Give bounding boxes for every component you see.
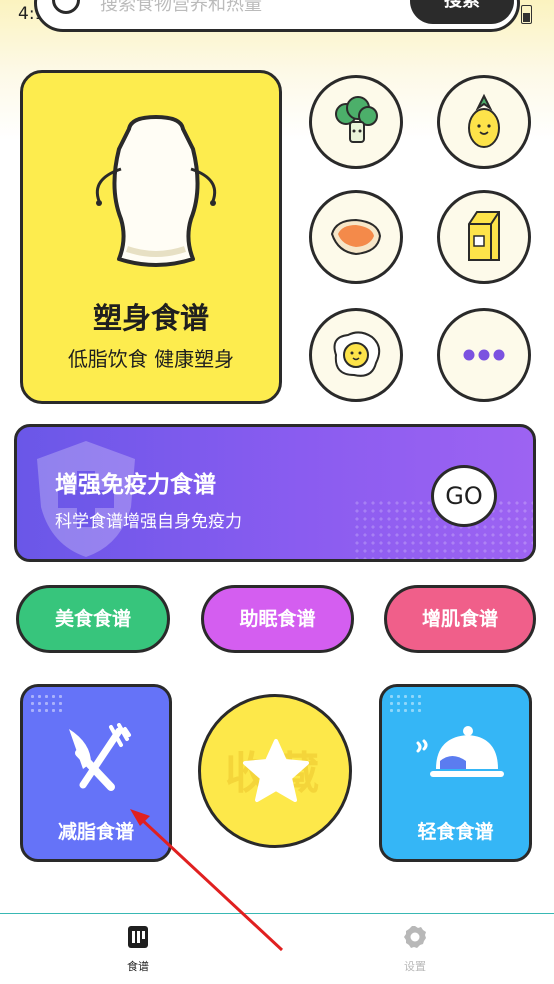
immunity-recipes-banner[interactable]: 增强免疫力食谱 科学食谱增强自身免疫力 GO bbox=[14, 424, 536, 562]
more-icon bbox=[463, 349, 505, 361]
banner-title: 增强免疫力食谱 bbox=[55, 472, 216, 498]
star-icon bbox=[243, 739, 309, 802]
recipe-book-icon bbox=[128, 926, 148, 948]
favorites-button[interactable]: 收藏 bbox=[198, 694, 352, 848]
nav-label-recipes: 食谱 bbox=[127, 960, 149, 973]
egg-button[interactable] bbox=[309, 308, 403, 402]
search-button[interactable]: 搜索 bbox=[410, 0, 514, 24]
body-shaping-recipes-card[interactable]: 塑身食谱 低脂饮食 健康塑身 bbox=[20, 70, 282, 404]
food-cloche-icon bbox=[416, 726, 504, 777]
nav-label-settings: 设置 bbox=[404, 960, 426, 973]
broccoli-button[interactable] bbox=[309, 75, 403, 169]
fat-loss-recipes-card[interactable]: 减脂食谱 bbox=[20, 684, 172, 862]
card-subtitle: 低脂饮食 健康塑身 bbox=[67, 347, 235, 371]
nav-item-settings[interactable]: 设置 bbox=[375, 924, 455, 974]
broccoli-icon bbox=[335, 96, 378, 143]
card-title: 塑身食谱 bbox=[92, 301, 209, 335]
gear-icon bbox=[404, 926, 426, 948]
bottom-navigation: 食谱 设置 bbox=[0, 913, 554, 984]
milk-carton-icon bbox=[468, 211, 500, 261]
pineapple-button[interactable] bbox=[437, 75, 531, 169]
muscle-recipes-button[interactable]: 增肌食谱 bbox=[384, 585, 536, 653]
card-pattern bbox=[29, 693, 63, 715]
banner-subtitle: 科学食谱增强自身免疫力 bbox=[55, 512, 242, 532]
card-label: 轻食食谱 bbox=[417, 821, 494, 843]
light-meal-recipes-card[interactable]: 轻食食谱 bbox=[379, 684, 532, 862]
body-shape-icon bbox=[95, 115, 217, 267]
search-input[interactable]: 搜索食物营养和热量 bbox=[100, 0, 262, 16]
fork-knife-icon bbox=[69, 723, 131, 791]
fried-egg-icon bbox=[333, 331, 381, 377]
salmon-icon bbox=[330, 218, 382, 256]
shield-icon bbox=[37, 441, 135, 557]
milk-button[interactable] bbox=[437, 190, 531, 284]
salmon-button[interactable] bbox=[309, 190, 403, 284]
card-label: 减脂食谱 bbox=[57, 821, 134, 843]
go-button[interactable]: GO bbox=[431, 465, 497, 527]
pineapple-icon bbox=[468, 93, 500, 148]
gourmet-recipes-button[interactable]: 美食食谱 bbox=[16, 585, 170, 653]
more-button[interactable] bbox=[437, 308, 531, 402]
sleep-recipes-button[interactable]: 助眠食谱 bbox=[201, 585, 354, 653]
nav-item-recipes[interactable]: 食谱 bbox=[98, 924, 178, 974]
card-pattern bbox=[388, 693, 422, 715]
battery-icon bbox=[521, 5, 532, 24]
